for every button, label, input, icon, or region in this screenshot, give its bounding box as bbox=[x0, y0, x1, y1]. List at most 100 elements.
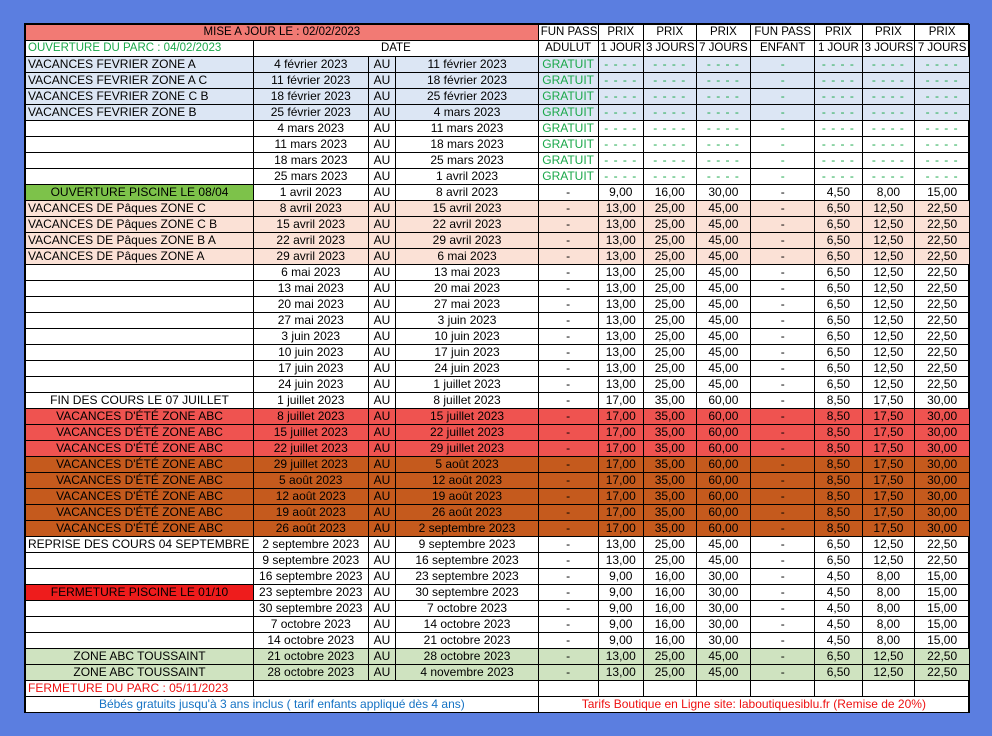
price-funpass-enfant: - bbox=[750, 120, 816, 137]
table-row: 30 septembre 2023 AU 7 octobre 2023-9,00 16… bbox=[25, 600, 970, 617]
date-to: 10 juin 2023 bbox=[395, 328, 539, 345]
table-row: VACANCES FEVRIER ZONE B 25 février 2023 AU… bbox=[25, 104, 970, 121]
price-enfant-3j: 17,50 bbox=[861, 392, 916, 409]
price-adult-1j: 13,00 bbox=[597, 296, 644, 313]
date-au: AU bbox=[367, 504, 397, 521]
date-from: 4 février 2023 bbox=[253, 56, 369, 73]
date-from: 9 septembre 2023 bbox=[253, 552, 369, 569]
price-adult-1j: 17,00 bbox=[597, 392, 644, 409]
price-enfant-7j: - - - - bbox=[914, 168, 970, 185]
footer-babies-note: Bébés gratuits jusqu'à 3 ans inclus ( ta… bbox=[25, 696, 539, 713]
price-enfant-1j: 8,50 bbox=[814, 456, 863, 473]
price-adult-3j: 25,00 bbox=[642, 248, 697, 265]
date-to: 3 juin 2023 bbox=[395, 312, 539, 329]
period-label: VACANCES D'ÉTÉ ZONE ABC bbox=[25, 488, 254, 505]
period-label: VACANCES FEVRIER ZONE A bbox=[25, 56, 254, 73]
date-to: 25 février 2023 bbox=[395, 88, 539, 105]
date-to: 22 juillet 2023 bbox=[395, 424, 539, 441]
col-header-enfant-1j-top: PRIX bbox=[814, 24, 863, 41]
price-enfant-7j: 22,50 bbox=[914, 344, 970, 361]
price-funpass-enfant: - bbox=[750, 376, 816, 393]
date-from: 25 mars 2023 bbox=[253, 168, 369, 185]
table-row: 3 juin 2023 AU 10 juin 2023-13,00 25,00 45,0… bbox=[25, 328, 970, 345]
price-adult-3j: 16,00 bbox=[642, 184, 697, 201]
date-from: 30 septembre 2023 bbox=[253, 600, 369, 617]
price-adult-7j: 45,00 bbox=[695, 552, 752, 569]
price-enfant-7j: 15,00 bbox=[914, 584, 970, 601]
price-enfant-1j: 4,50 bbox=[814, 584, 863, 601]
date-from: 14 octobre 2023 bbox=[253, 632, 369, 649]
price-funpass-enfant: - bbox=[750, 312, 816, 329]
price-adult-3j: - - - - bbox=[642, 168, 697, 185]
price-enfant-7j: 22,50 bbox=[914, 648, 970, 665]
date-from: 11 mars 2023 bbox=[253, 136, 369, 153]
date-au: AU bbox=[367, 264, 397, 281]
price-adult-1j: 17,00 bbox=[597, 456, 644, 473]
price-funpass-enfant: - bbox=[750, 632, 816, 649]
price-enfant-3j: - - - - bbox=[861, 168, 916, 185]
date-au: AU bbox=[367, 104, 397, 121]
price-adult-3j: 35,00 bbox=[642, 504, 697, 521]
date-au: AU bbox=[367, 440, 397, 457]
closing-row: FERMETURE DU PARC : 05/11/2023 bbox=[25, 680, 970, 697]
price-enfant-7j: - - - - bbox=[914, 152, 970, 169]
price-adult-3j: 25,00 bbox=[642, 216, 697, 233]
col-header-funpass-enfant-top: FUN PASS bbox=[750, 24, 816, 41]
park-opening-label: OUVERTURE DU PARC : 04/02/2023 bbox=[25, 40, 254, 57]
price-adult-3j: 25,00 bbox=[642, 344, 697, 361]
date-from: 20 mai 2023 bbox=[253, 296, 369, 313]
table-row: VACANCES FEVRIER ZONE C B 18 février 2023… bbox=[25, 88, 970, 105]
table-row: 11 mars 2023 AU 18 mars 2023 GRATUIT - - - -… bbox=[25, 136, 970, 153]
price-enfant-7j: 22,50 bbox=[914, 664, 970, 681]
price-funpass-adult: - bbox=[537, 600, 599, 617]
table-row: 27 mai 2023 AU 3 juin 2023-13,00 25,00 45,00… bbox=[25, 312, 970, 329]
price-enfant-7j: 22,50 bbox=[914, 264, 970, 281]
date-to: 4 novembre 2023 bbox=[395, 664, 539, 681]
price-funpass-adult: - bbox=[537, 648, 599, 665]
date-to: 5 août 2023 bbox=[395, 456, 539, 473]
date-from: 25 février 2023 bbox=[253, 104, 369, 121]
price-adult-1j: 13,00 bbox=[597, 664, 644, 681]
col-header-enfant-7j-top: PRIX bbox=[914, 24, 970, 41]
price-adult-3j: 25,00 bbox=[642, 664, 697, 681]
price-enfant-1j: - - - - bbox=[814, 136, 863, 153]
table-row: FIN DES COURS LE 07 JUILLET 1 juillet 202… bbox=[25, 392, 970, 409]
price-funpass-enfant: - bbox=[750, 392, 816, 409]
price-funpass-enfant: - bbox=[750, 328, 816, 345]
price-funpass-adult: - bbox=[537, 296, 599, 313]
price-adult-1j: 17,00 bbox=[597, 424, 644, 441]
date-from: 15 avril 2023 bbox=[253, 216, 369, 233]
period-label bbox=[25, 568, 254, 585]
col-header-adult-1j-bottom: 1 JOUR bbox=[597, 40, 644, 57]
price-enfant-3j: 12,50 bbox=[861, 312, 916, 329]
price-enfant-3j: 8,00 bbox=[861, 600, 916, 617]
price-enfant-1j: 6,50 bbox=[814, 328, 863, 345]
price-enfant-3j: 8,00 bbox=[861, 616, 916, 633]
price-funpass-enfant: - bbox=[750, 552, 816, 569]
price-funpass-adult: - bbox=[537, 664, 599, 681]
price-enfant-3j: 17,50 bbox=[861, 488, 916, 505]
table-row: VACANCES D'ÉTÉ ZONE ABC 12 août 2023 AU 19 … bbox=[25, 488, 970, 505]
price-adult-7j: 45,00 bbox=[695, 648, 752, 665]
price-adult-7j: 45,00 bbox=[695, 200, 752, 217]
footer-row: Bébés gratuits jusqu'à 3 ans inclus ( ta… bbox=[25, 696, 971, 713]
price-enfant-3j: 12,50 bbox=[861, 200, 916, 217]
period-label: ZONE ABC TOUSSAINT bbox=[25, 648, 254, 665]
price-adult-1j: - - - - bbox=[597, 104, 644, 121]
date-au: AU bbox=[367, 616, 397, 633]
table-row: VACANCES FEVRIER ZONE A C 11 février 2023… bbox=[25, 72, 970, 89]
price-adult-3j: 35,00 bbox=[642, 424, 697, 441]
price-adult-7j: 45,00 bbox=[695, 280, 752, 297]
date-au: AU bbox=[367, 184, 397, 201]
price-enfant-7j: - - - - bbox=[914, 136, 970, 153]
price-enfant-7j: 30,00 bbox=[914, 472, 970, 489]
price-enfant-1j: 6,50 bbox=[814, 264, 863, 281]
price-enfant-3j: 12,50 bbox=[861, 648, 916, 665]
period-label bbox=[25, 296, 254, 313]
price-adult-3j: 25,00 bbox=[642, 328, 697, 345]
price-adult-1j: 9,00 bbox=[597, 632, 644, 649]
date-au: AU bbox=[367, 472, 397, 489]
price-adult-3j: 16,00 bbox=[642, 600, 697, 617]
date-au: AU bbox=[367, 584, 397, 601]
price-funpass-adult: - bbox=[537, 520, 599, 537]
